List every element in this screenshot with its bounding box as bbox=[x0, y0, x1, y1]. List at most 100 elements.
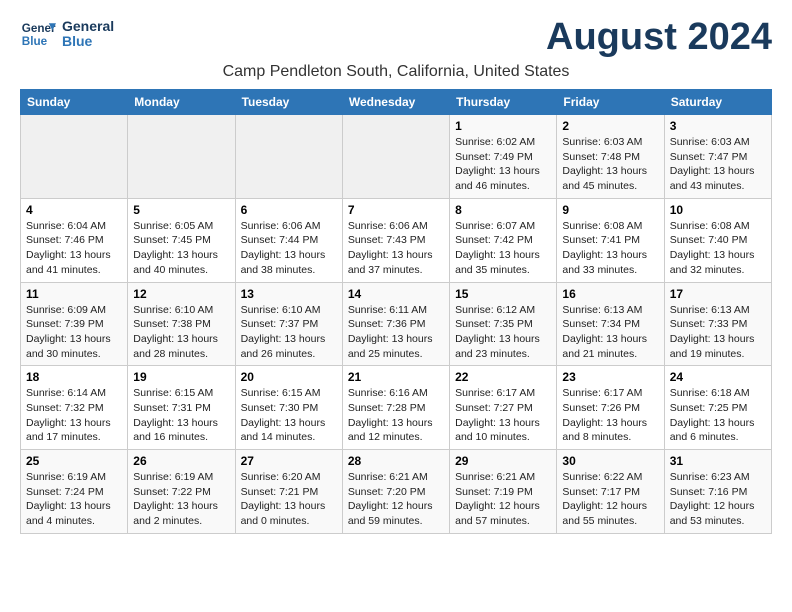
calendar-cell: 16Sunrise: 6:13 AM Sunset: 7:34 PM Dayli… bbox=[557, 282, 664, 366]
calendar-cell: 19 Sunrise: 6:15 AM Sunset: 7:31 PM Dayli… bbox=[128, 366, 235, 450]
calendar-cell: 4Sunrise: 6:04 AM Sunset: 7:46 PM Daylig… bbox=[21, 198, 128, 282]
calendar-cell: 22 Sunrise: 6:17 AM Sunset: 7:27 PM Dayli… bbox=[450, 366, 557, 450]
main-title: August 2024 bbox=[546, 16, 772, 59]
day-info: Sunrise: 6:14 AM Sunset: 7:32 PM Dayligh… bbox=[26, 386, 122, 445]
calendar-cell bbox=[21, 115, 128, 199]
day-number: 8 bbox=[455, 203, 551, 217]
day-number: 26 bbox=[133, 454, 229, 468]
day-header-tuesday: Tuesday bbox=[235, 90, 342, 115]
day-number: 19 bbox=[133, 370, 229, 384]
day-info: Sunrise: 6:11 AM Sunset: 7:36 PM Dayligh… bbox=[348, 303, 444, 362]
calendar-cell: 6 Sunrise: 6:06 AM Sunset: 7:44 PM Daylig… bbox=[235, 198, 342, 282]
calendar-cell: 30 Sunrise: 6:22 AM Sunset: 7:17 PM Dayli… bbox=[557, 450, 664, 534]
week-row-4: 18 Sunrise: 6:14 AM Sunset: 7:32 PM Dayli… bbox=[21, 366, 772, 450]
day-number: 24 bbox=[670, 370, 766, 384]
day-number: 14 bbox=[348, 287, 444, 301]
day-info: Sunrise: 6:15 AM Sunset: 7:31 PM Dayligh… bbox=[133, 386, 229, 445]
week-row-2: 4Sunrise: 6:04 AM Sunset: 7:46 PM Daylig… bbox=[21, 198, 772, 282]
day-number: 30 bbox=[562, 454, 658, 468]
calendar-cell bbox=[235, 115, 342, 199]
day-info: Sunrise: 6:12 AM Sunset: 7:35 PM Dayligh… bbox=[455, 303, 551, 362]
day-header-monday: Monday bbox=[128, 90, 235, 115]
day-number: 17 bbox=[670, 287, 766, 301]
day-info: Sunrise: 6:18 AM Sunset: 7:25 PM Dayligh… bbox=[670, 386, 766, 445]
day-number: 9 bbox=[562, 203, 658, 217]
day-number: 18 bbox=[26, 370, 122, 384]
day-number: 12 bbox=[133, 287, 229, 301]
page-subtitle: Camp Pendleton South, California, United… bbox=[20, 63, 772, 81]
day-number: 29 bbox=[455, 454, 551, 468]
day-info: Sunrise: 6:09 AM Sunset: 7:39 PM Dayligh… bbox=[26, 303, 122, 362]
day-header-saturday: Saturday bbox=[664, 90, 771, 115]
day-number: 7 bbox=[348, 203, 444, 217]
day-info: Sunrise: 6:23 AM Sunset: 7:16 PM Dayligh… bbox=[670, 470, 766, 529]
day-info: Sunrise: 6:10 AM Sunset: 7:37 PM Dayligh… bbox=[241, 303, 337, 362]
day-info: Sunrise: 6:21 AM Sunset: 7:19 PM Dayligh… bbox=[455, 470, 551, 529]
calendar-cell bbox=[128, 115, 235, 199]
logo: General Blue General Blue bbox=[20, 16, 114, 52]
week-row-1: 1Sunrise: 6:02 AM Sunset: 7:49 PM Daylig… bbox=[21, 115, 772, 199]
calendar-cell: 18 Sunrise: 6:14 AM Sunset: 7:32 PM Dayli… bbox=[21, 366, 128, 450]
day-number: 16 bbox=[562, 287, 658, 301]
day-info: Sunrise: 6:19 AM Sunset: 7:24 PM Dayligh… bbox=[26, 470, 122, 529]
day-info: Sunrise: 6:10 AM Sunset: 7:38 PM Dayligh… bbox=[133, 303, 229, 362]
calendar-cell: 29 Sunrise: 6:21 AM Sunset: 7:19 PM Dayli… bbox=[450, 450, 557, 534]
logo-general: General bbox=[62, 19, 114, 34]
day-info: Sunrise: 6:08 AM Sunset: 7:41 PM Dayligh… bbox=[562, 219, 658, 278]
calendar-cell: 23 Sunrise: 6:17 AM Sunset: 7:26 PM Dayli… bbox=[557, 366, 664, 450]
calendar-cell: 15 Sunrise: 6:12 AM Sunset: 7:35 PM Dayli… bbox=[450, 282, 557, 366]
day-info: Sunrise: 6:06 AM Sunset: 7:44 PM Dayligh… bbox=[241, 219, 337, 278]
day-number: 27 bbox=[241, 454, 337, 468]
day-info: Sunrise: 6:16 AM Sunset: 7:28 PM Dayligh… bbox=[348, 386, 444, 445]
calendar-cell: 14 Sunrise: 6:11 AM Sunset: 7:36 PM Dayli… bbox=[342, 282, 449, 366]
day-number: 11 bbox=[26, 287, 122, 301]
day-number: 15 bbox=[455, 287, 551, 301]
calendar-cell: 27 Sunrise: 6:20 AM Sunset: 7:21 PM Dayli… bbox=[235, 450, 342, 534]
day-number: 5 bbox=[133, 203, 229, 217]
calendar-cell: 7 Sunrise: 6:06 AM Sunset: 7:43 PM Daylig… bbox=[342, 198, 449, 282]
day-info: Sunrise: 6:17 AM Sunset: 7:26 PM Dayligh… bbox=[562, 386, 658, 445]
day-number: 6 bbox=[241, 203, 337, 217]
day-number: 21 bbox=[348, 370, 444, 384]
day-number: 22 bbox=[455, 370, 551, 384]
calendar-cell: 8 Sunrise: 6:07 AM Sunset: 7:42 PM Daylig… bbox=[450, 198, 557, 282]
day-info: Sunrise: 6:05 AM Sunset: 7:45 PM Dayligh… bbox=[133, 219, 229, 278]
calendar-cell: 28 Sunrise: 6:21 AM Sunset: 7:20 PM Dayli… bbox=[342, 450, 449, 534]
page-header: General Blue General Blue August 2024 bbox=[20, 16, 772, 59]
day-info: Sunrise: 6:22 AM Sunset: 7:17 PM Dayligh… bbox=[562, 470, 658, 529]
day-number: 1 bbox=[455, 119, 551, 133]
calendar-cell: 21 Sunrise: 6:16 AM Sunset: 7:28 PM Dayli… bbox=[342, 366, 449, 450]
calendar-cell: 1Sunrise: 6:02 AM Sunset: 7:49 PM Daylig… bbox=[450, 115, 557, 199]
day-info: Sunrise: 6:15 AM Sunset: 7:30 PM Dayligh… bbox=[241, 386, 337, 445]
day-info: Sunrise: 6:21 AM Sunset: 7:20 PM Dayligh… bbox=[348, 470, 444, 529]
calendar-cell: 25Sunrise: 6:19 AM Sunset: 7:24 PM Dayli… bbox=[21, 450, 128, 534]
day-info: Sunrise: 6:03 AM Sunset: 7:48 PM Dayligh… bbox=[562, 135, 658, 194]
day-number: 23 bbox=[562, 370, 658, 384]
calendar-cell: 26Sunrise: 6:19 AM Sunset: 7:22 PM Dayli… bbox=[128, 450, 235, 534]
calendar-cell: 11 Sunrise: 6:09 AM Sunset: 7:39 PM Dayli… bbox=[21, 282, 128, 366]
day-number: 2 bbox=[562, 119, 658, 133]
calendar-cell: 31Sunrise: 6:23 AM Sunset: 7:16 PM Dayli… bbox=[664, 450, 771, 534]
calendar-cell: 2 Sunrise: 6:03 AM Sunset: 7:48 PM Daylig… bbox=[557, 115, 664, 199]
day-info: Sunrise: 6:03 AM Sunset: 7:47 PM Dayligh… bbox=[670, 135, 766, 194]
svg-text:Blue: Blue bbox=[22, 35, 48, 48]
calendar-cell: 3 Sunrise: 6:03 AM Sunset: 7:47 PM Daylig… bbox=[664, 115, 771, 199]
week-row-3: 11 Sunrise: 6:09 AM Sunset: 7:39 PM Dayli… bbox=[21, 282, 772, 366]
day-number: 10 bbox=[670, 203, 766, 217]
day-header-row: SundayMondayTuesdayWednesdayThursdayFrid… bbox=[21, 90, 772, 115]
day-number: 28 bbox=[348, 454, 444, 468]
calendar-cell: 17Sunrise: 6:13 AM Sunset: 7:33 PM Dayli… bbox=[664, 282, 771, 366]
calendar-cell: 24 Sunrise: 6:18 AM Sunset: 7:25 PM Dayli… bbox=[664, 366, 771, 450]
day-info: Sunrise: 6:04 AM Sunset: 7:46 PM Dayligh… bbox=[26, 219, 122, 278]
calendar-table: SundayMondayTuesdayWednesdayThursdayFrid… bbox=[20, 89, 772, 534]
day-header-wednesday: Wednesday bbox=[342, 90, 449, 115]
day-info: Sunrise: 6:20 AM Sunset: 7:21 PM Dayligh… bbox=[241, 470, 337, 529]
day-info: Sunrise: 6:17 AM Sunset: 7:27 PM Dayligh… bbox=[455, 386, 551, 445]
day-header-thursday: Thursday bbox=[450, 90, 557, 115]
day-number: 3 bbox=[670, 119, 766, 133]
calendar-cell: 13Sunrise: 6:10 AM Sunset: 7:37 PM Dayli… bbox=[235, 282, 342, 366]
day-info: Sunrise: 6:06 AM Sunset: 7:43 PM Dayligh… bbox=[348, 219, 444, 278]
day-info: Sunrise: 6:07 AM Sunset: 7:42 PM Dayligh… bbox=[455, 219, 551, 278]
logo-icon: General Blue bbox=[20, 16, 56, 52]
day-info: Sunrise: 6:08 AM Sunset: 7:40 PM Dayligh… bbox=[670, 219, 766, 278]
